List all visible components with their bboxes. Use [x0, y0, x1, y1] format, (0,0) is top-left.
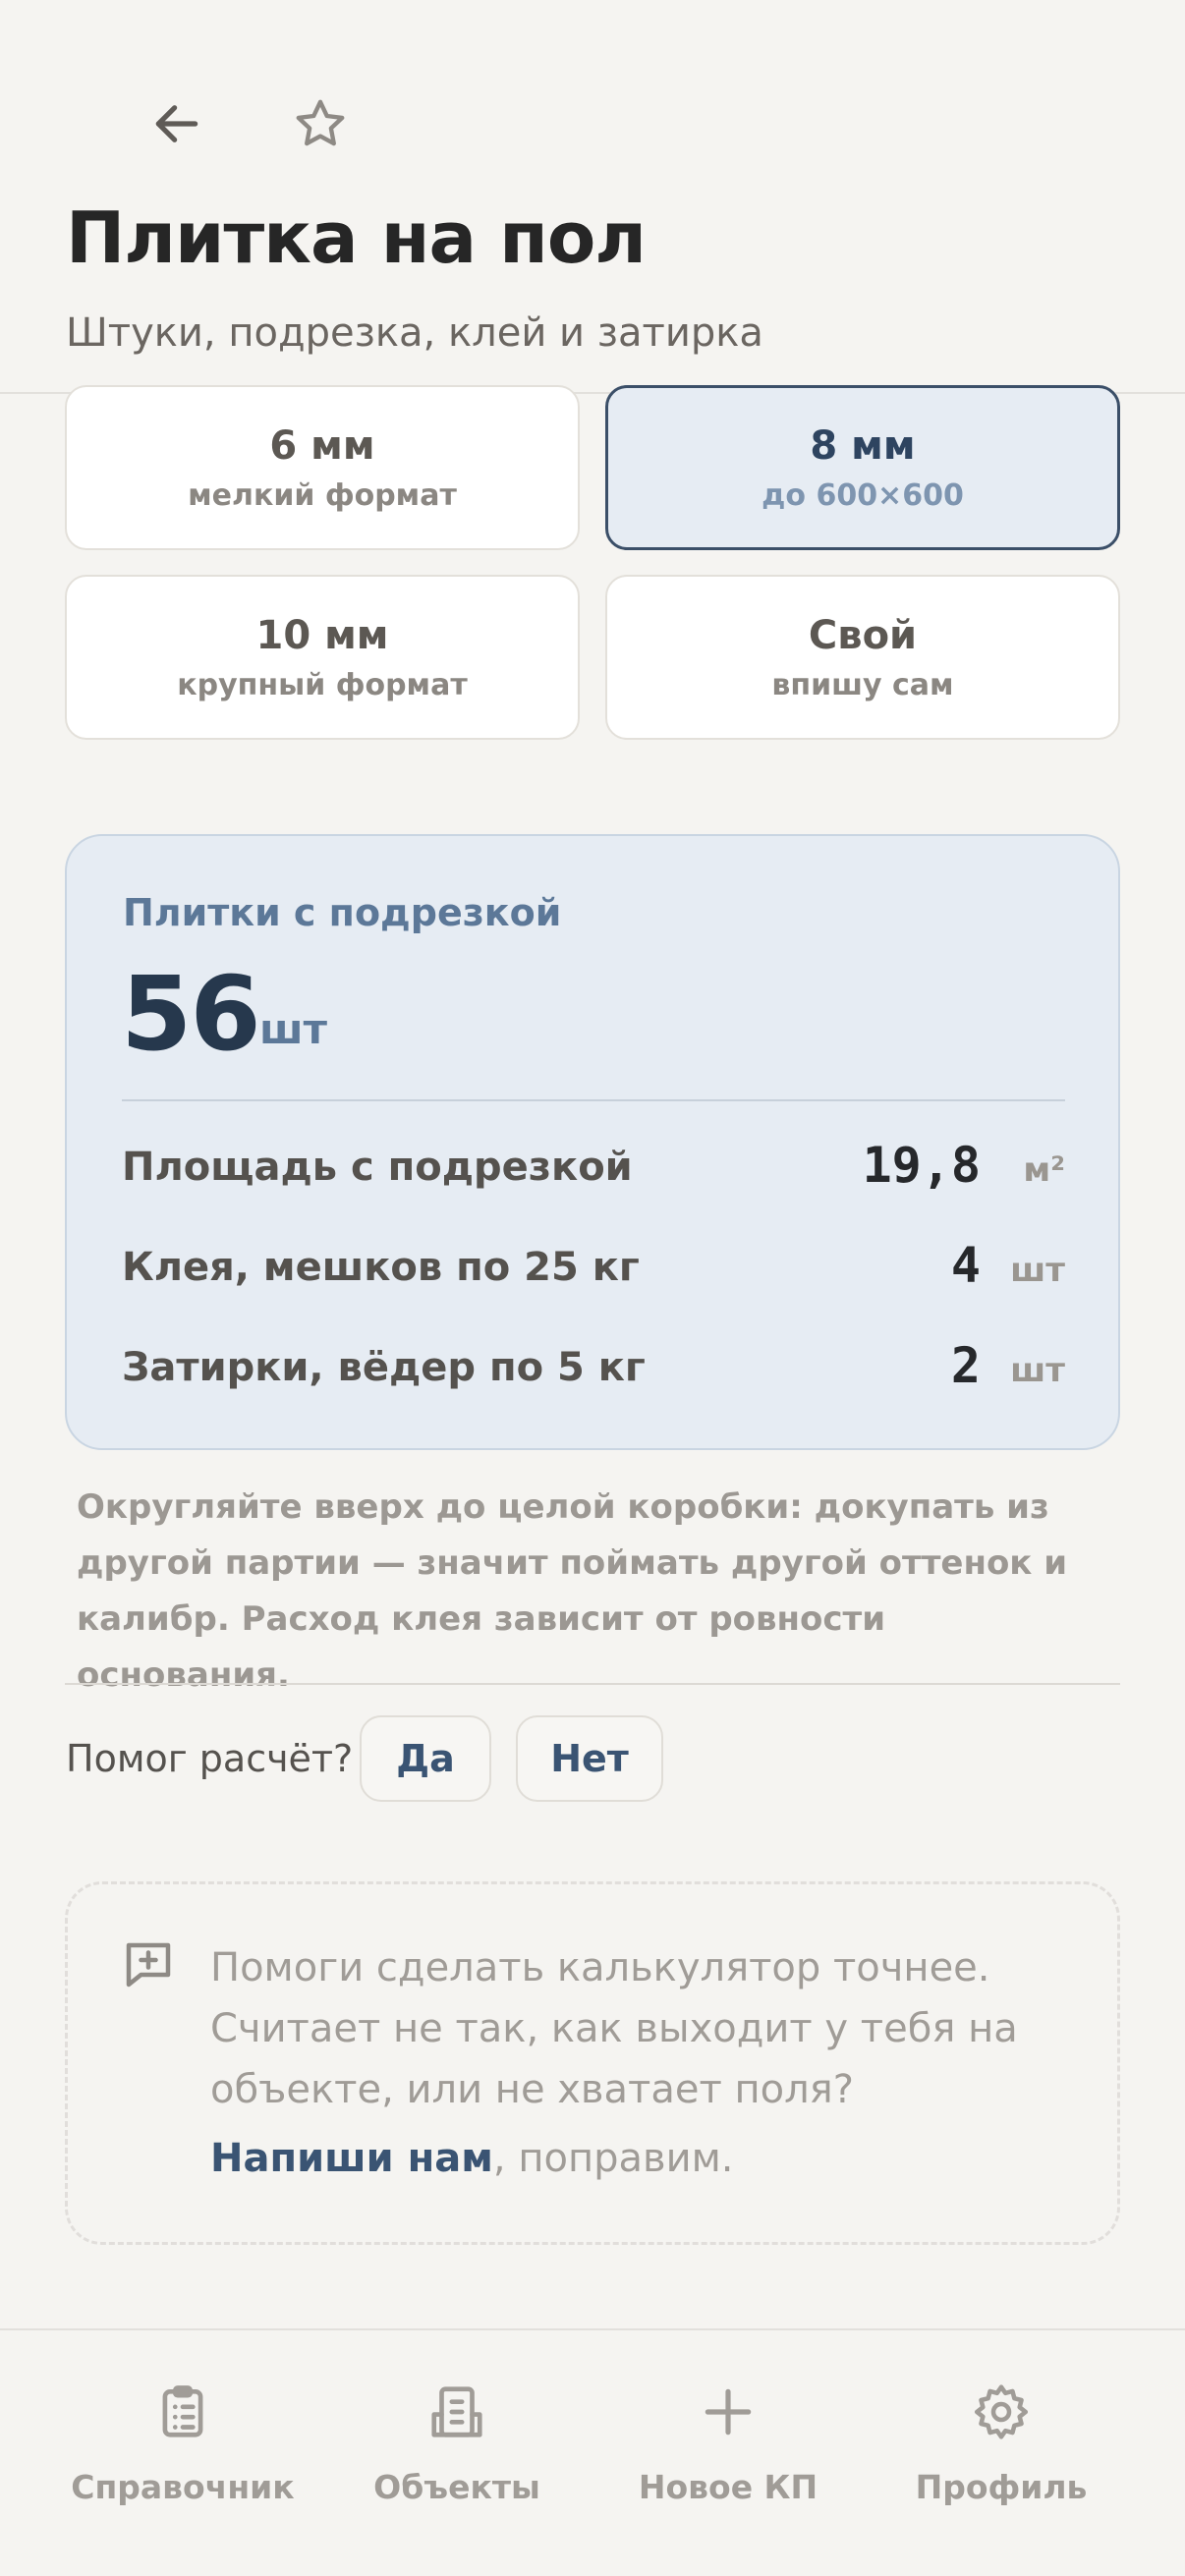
- nav-label: Справочник: [71, 2468, 295, 2506]
- result-count-unit: шт: [259, 1005, 327, 1053]
- plus-icon: [705, 2388, 752, 2436]
- option-6mm[interactable]: 6 мм мелкий формат: [65, 385, 580, 550]
- message-plus-icon: [126, 1942, 171, 1988]
- result-row-label: Клея, мешков по 25 кг: [122, 1245, 640, 1290]
- section-divider: [65, 1683, 1120, 1685]
- option-value: 8 мм: [810, 422, 916, 469]
- result-row-glue: Клея, мешков по 25 кг 4 шт: [122, 1237, 1065, 1296]
- result-row-value: 4: [950, 1237, 981, 1294]
- result-row-unit: шт: [1010, 1351, 1065, 1390]
- result-card: Плитки с подрезкой 56 шт Площадь с подре…: [65, 834, 1120, 1450]
- result-row-unit: м²: [1023, 1150, 1065, 1190]
- option-custom[interactable]: Свой впишу сам: [605, 575, 1120, 740]
- favorite-button[interactable]: [281, 92, 360, 155]
- page-subtitle: Штуки, подрезка, клей и затирка: [66, 310, 763, 356]
- option-10mm[interactable]: 10 мм крупный формат: [65, 575, 580, 740]
- nav-label: Новое КП: [638, 2468, 818, 2506]
- feedback-cta-suffix: , поправим.: [492, 2136, 734, 2181]
- nav-label: Профиль: [915, 2468, 1088, 2506]
- result-row-unit: шт: [1010, 1251, 1065, 1290]
- option-value: 6 мм: [269, 422, 375, 469]
- nav-item-directory[interactable]: Справочник: [65, 2330, 301, 2507]
- result-row-value: 2: [950, 1337, 981, 1394]
- option-caption: впишу сам: [771, 667, 954, 702]
- option-caption: мелкий формат: [188, 477, 457, 513]
- result-row-label: Затирки, вёдер по 5 кг: [122, 1345, 646, 1390]
- option-value: 10 мм: [255, 612, 389, 658]
- option-value: Свой: [808, 612, 918, 658]
- result-label: Плитки с подрезкой: [123, 891, 562, 934]
- option-caption: до 600×600: [762, 477, 964, 513]
- write-us-link[interactable]: Напиши нам: [210, 2136, 493, 2181]
- gear-icon: [974, 2384, 1029, 2439]
- feedback-yes-button[interactable]: Да: [360, 1715, 491, 1802]
- page-title: Плитка на пол: [66, 196, 647, 279]
- nav-label: Объекты: [373, 2468, 540, 2506]
- result-divider: [122, 1099, 1065, 1101]
- nav-item-new-proposal[interactable]: Новое КП: [610, 2330, 846, 2507]
- star-icon: [296, 99, 345, 146]
- info-note: Округляйте вверх до целой коробки: докуп…: [77, 1487, 1068, 1695]
- result-row-label: Площадь с подрезкой: [122, 1145, 633, 1190]
- option-caption: крупный формат: [177, 667, 468, 702]
- bottom-nav: Справочник Объекты Новое КП Профиль: [0, 2328, 1185, 2576]
- result-row-grout: Затирки, вёдер по 5 кг 2 шт: [122, 1337, 1065, 1396]
- feedback-no-button[interactable]: Нет: [516, 1715, 663, 1802]
- nav-item-profile[interactable]: Профиль: [883, 2330, 1119, 2507]
- result-count: 56: [121, 954, 261, 1074]
- back-button[interactable]: [138, 88, 216, 159]
- nav-item-objects[interactable]: Объекты: [339, 2330, 575, 2507]
- option-8mm-selected[interactable]: 8 мм до 600×600: [605, 385, 1120, 550]
- arrow-left-icon: [155, 105, 198, 142]
- result-row-value: 19,8: [862, 1137, 981, 1194]
- feedback-cta: Напиши нам, поправим.: [210, 2136, 733, 2181]
- result-row-area: Площадь с подрезкой 19,8 м²: [122, 1137, 1065, 1196]
- feedback-box: Помоги сделать калькулятор точнее. Счита…: [65, 1881, 1120, 2245]
- building-icon: [431, 2386, 482, 2437]
- feedback-question: Помог расчёт?: [66, 1737, 354, 1780]
- feedback-text: Помоги сделать калькулятор точнее. Счита…: [210, 1945, 1018, 2112]
- clipboard-list-icon: [162, 2385, 203, 2437]
